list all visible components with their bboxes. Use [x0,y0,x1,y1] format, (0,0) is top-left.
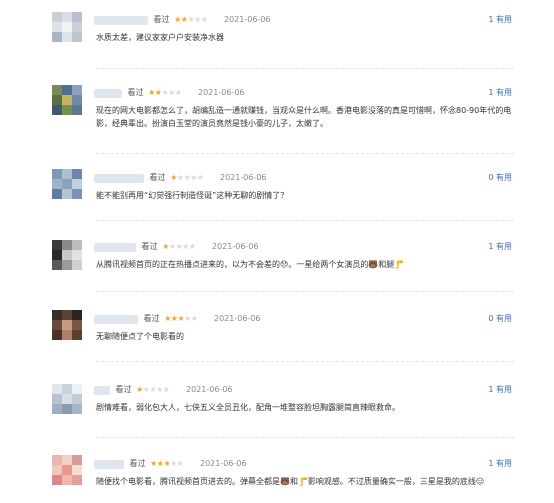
review-text: 剧情难看，弱化包大人，七侠五义全员丑化，配角一堆整容脸坦胸露腿简直辣眼救命。 [96,403,400,412]
star-rating: ★★★★★ [170,172,204,184]
avatar[interactable] [52,240,82,270]
star-rating: ★★★★★ [162,241,196,253]
watched-label: 看过 [143,314,160,323]
divider [96,153,514,154]
watched-label: 看过 [153,15,170,24]
avatar[interactable] [52,384,82,414]
watched-label: 看过 [127,88,144,97]
star-empty-icon: ★★★★ [176,173,204,182]
avatar[interactable] [52,310,82,340]
review-meta: 看过 ★★★★★ 2021-06-06 [94,14,271,26]
star-rating: ★★★★★ [174,14,208,26]
watched-label: 看过 [149,173,166,182]
review-date: 2021-06-06 [186,385,233,394]
avatar[interactable] [52,85,82,115]
star-filled-icon: ★ [162,242,169,251]
review-meta: 看过 ★★★★★ 2021-06-06 [94,384,233,396]
review-meta: 看过 ★★★★★ 2021-06-06 [94,87,245,99]
review-date: 2021-06-06 [224,15,271,24]
review-date: 2021-06-06 [220,173,267,182]
star-empty-icon: ★★★★ [168,242,196,251]
star-empty-icon: ★★ [184,314,198,323]
helpful-button[interactable]: 1 有用 [488,14,512,26]
helpful-button[interactable]: 1 有用 [488,384,512,396]
star-empty-icon: ★★★★ [142,385,170,394]
helpful-button[interactable]: 0 有用 [488,172,512,184]
star-rating: ★★★★★ [164,313,198,325]
username[interactable] [94,173,144,183]
username[interactable] [94,88,122,98]
star-empty-icon: ★★ [170,459,184,468]
username[interactable] [94,314,138,324]
review-meta: 看过 ★★★★★ 2021-06-06 [94,172,267,184]
username[interactable] [94,15,148,25]
divider [96,68,514,69]
review-date: 2021-06-06 [214,314,261,323]
watched-label: 看过 [129,459,146,468]
review-date: 2021-06-06 [198,88,245,97]
username[interactable] [94,242,136,252]
review-text: 水质太差，建议家家户户安装净水器 [96,33,224,42]
watched-label: 看过 [115,385,132,394]
divider [96,361,514,362]
star-empty-icon: ★★★ [187,15,208,24]
helpful-button[interactable]: 1 有用 [488,241,512,253]
helpful-button[interactable]: 0 有用 [488,313,512,325]
divider [96,220,514,221]
star-filled-icon: ★★★ [150,459,171,468]
review-date: 2021-06-06 [200,459,247,468]
review-text: 无聊随便点了个电影看的 [96,332,184,341]
divider [96,437,514,438]
username[interactable] [94,385,110,395]
review-text: 从腾讯视频首页的正在热播点进来的，以为不会差的😞。一星给两个女演员的🐻和腿🦵 [96,260,405,269]
helpful-button[interactable]: 1 有用 [488,458,512,470]
star-filled-icon: ★★ [174,15,188,24]
review-meta: 看过 ★★★★★ 2021-06-06 [94,458,247,470]
username[interactable] [94,459,124,469]
avatar[interactable] [52,169,82,199]
helpful-button[interactable]: 1 有用 [488,87,512,99]
review-text: 随便找个电影看，腾讯视频首页进去的。弹幕全都是🐻和🦵影响观感。不过质量确实一般，… [96,477,485,486]
star-filled-icon: ★★★ [164,314,185,323]
star-filled-icon: ★ [170,173,177,182]
avatar[interactable] [52,455,82,485]
star-rating: ★★★★★ [136,384,170,396]
review-meta: 看过 ★★★★★ 2021-06-06 [94,241,259,253]
star-rating: ★★★★★ [150,458,184,470]
star-filled-icon: ★★ [148,88,162,97]
review-text: 能不能别再用“幻觉强行制造怪诞”这种无聊的剧情了？ [96,191,289,200]
review-text: 现在的网大电影都怎么了，胡编乱造一通就赚钱，当观众是什么啊。香港电影没落的真是可… [96,106,512,128]
star-empty-icon: ★★★ [161,88,182,97]
divider [96,291,514,292]
star-filled-icon: ★ [136,385,143,394]
watched-label: 看过 [141,242,158,251]
avatar[interactable] [52,12,82,42]
review-meta: 看过 ★★★★★ 2021-06-06 [94,313,261,325]
review-date: 2021-06-06 [212,242,259,251]
star-rating: ★★★★★ [148,87,182,99]
